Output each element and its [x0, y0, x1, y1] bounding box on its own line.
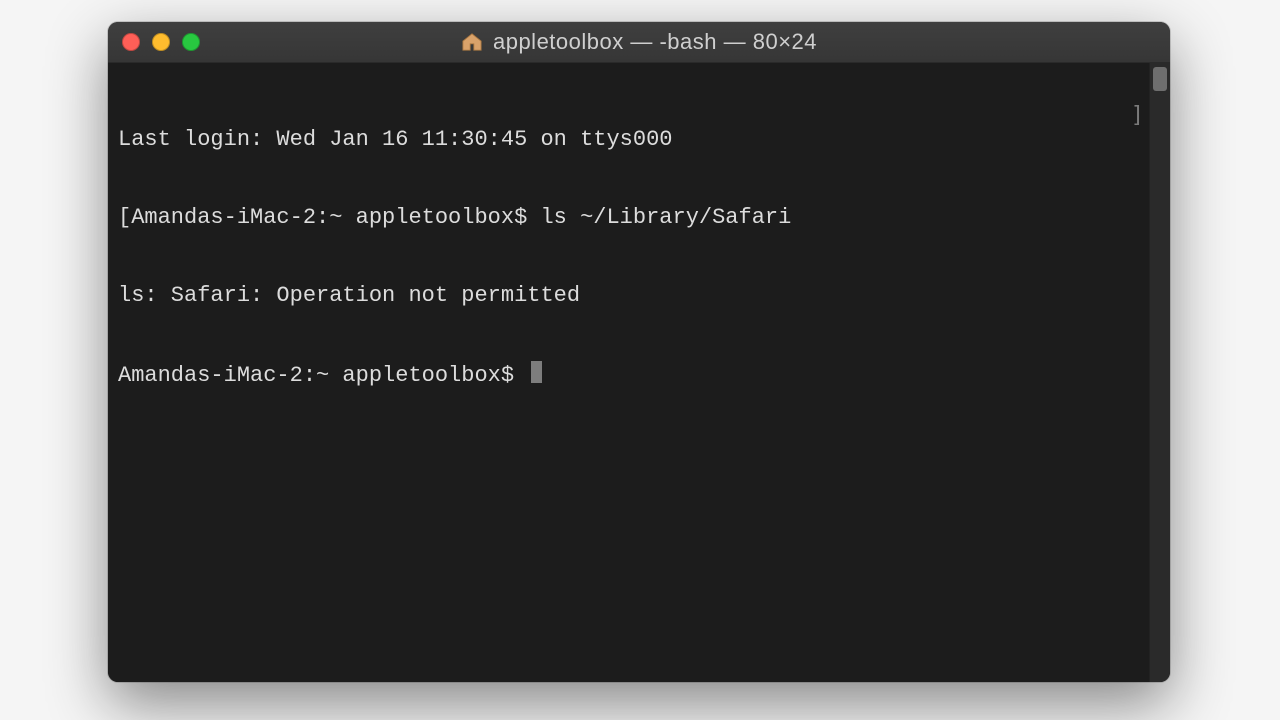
traffic-lights: [108, 33, 200, 51]
terminal-idle-bracket: ]: [1131, 103, 1144, 128]
terminal-line: Last login: Wed Jan 16 11:30:45 on ttys0…: [118, 127, 1139, 153]
terminal-area: Last login: Wed Jan 16 11:30:45 on ttys0…: [108, 63, 1170, 682]
window-titlebar[interactable]: appletoolbox — -bash — 80×24: [108, 22, 1170, 63]
terminal-output[interactable]: Last login: Wed Jan 16 11:30:45 on ttys0…: [108, 63, 1149, 682]
window-title: appletoolbox — -bash — 80×24: [493, 29, 817, 55]
scrollbar-thumb[interactable]: [1153, 67, 1167, 91]
text-cursor: [531, 361, 542, 383]
zoom-button[interactable]: [182, 33, 200, 51]
window-title-wrap: appletoolbox — -bash — 80×24: [108, 29, 1170, 55]
terminal-line: [Amandas-iMac-2:~ appletoolbox$ ls ~/Lib…: [118, 205, 1139, 231]
terminal-prompt-line: Amandas-iMac-2:~ appletoolbox$: [118, 361, 1139, 389]
close-button[interactable]: [122, 33, 140, 51]
home-folder-icon: [461, 32, 483, 52]
terminal-line: ls: Safari: Operation not permitted: [118, 283, 1139, 309]
terminal-window: appletoolbox — -bash — 80×24 Last login:…: [108, 22, 1170, 682]
minimize-button[interactable]: [152, 33, 170, 51]
vertical-scrollbar[interactable]: [1149, 63, 1170, 682]
terminal-prompt: Amandas-iMac-2:~ appletoolbox$: [118, 363, 527, 388]
